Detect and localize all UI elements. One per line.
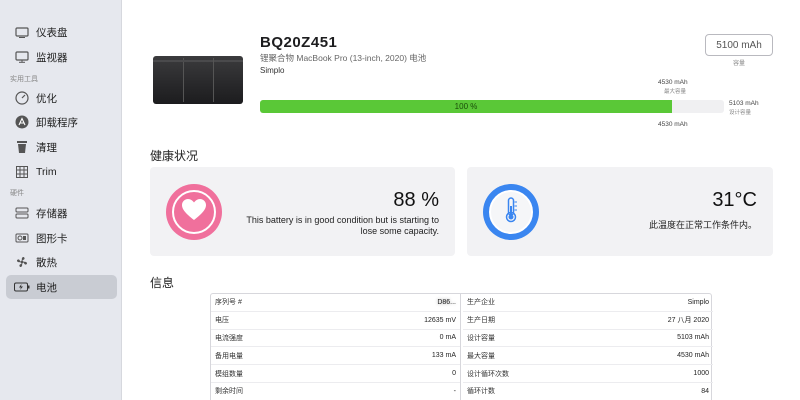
- sidebar: 仪表盘 监视器 实用工具 优化 卸载程序 清理 Trim 硬件 存储器 图形卡 …: [0, 0, 122, 400]
- sidebar-item-label: 优化: [36, 92, 57, 105]
- sidebar-section-hardware: 硬件: [10, 190, 24, 197]
- sidebar-item-label: 清理: [36, 141, 57, 154]
- current-capacity-marker: 4530 mAh: [658, 121, 688, 128]
- battery-maker: Simplo: [260, 66, 285, 75]
- design-capacity-label: 容量: [733, 61, 746, 67]
- sidebar-item-clean[interactable]: 清理: [6, 135, 117, 159]
- temperature-description: 此温度在正常工作条件内。: [648, 220, 757, 230]
- table-row: 循环计数 84: [463, 383, 713, 400]
- battery-image: [153, 56, 243, 104]
- row-label: 序列号 #: [215, 299, 242, 307]
- sidebar-item-storage[interactable]: 存储器: [6, 201, 117, 225]
- temperature-value: 31°C: [712, 189, 757, 211]
- sidebar-item-optimize[interactable]: 优化: [6, 86, 117, 110]
- sidebar-item-monitor[interactable]: 监视器: [6, 45, 117, 69]
- row-value: 0 mA: [439, 334, 456, 342]
- gpu-icon: [14, 230, 30, 246]
- sidebar-item-trim[interactable]: Trim: [6, 160, 117, 184]
- row-value: Simplo: [687, 298, 709, 306]
- trash-icon: [14, 139, 30, 155]
- table-row: 电流强度 0 mA: [211, 330, 460, 348]
- sidebar-item-label: 电池: [36, 281, 57, 294]
- table-row: 电压 12635 mV: [211, 312, 460, 330]
- row-value: 84: [701, 387, 709, 395]
- row-label: 生产日期: [467, 317, 495, 325]
- row-value: 133 mA: [431, 352, 456, 360]
- sidebar-item-label: Trim: [36, 166, 57, 178]
- sidebar-item-dashboard[interactable]: 仪表盘: [6, 20, 117, 44]
- row-value: 12635 mV: [424, 316, 456, 324]
- sidebar-item-label: 存储器: [36, 207, 68, 220]
- health-card: 88 % This battery is in good condition b…: [150, 167, 455, 256]
- health-heading: 健康状况: [150, 149, 199, 163]
- max-capacity-marker-label: 最大容量: [664, 89, 687, 95]
- sidebar-item-label: 监视器: [36, 51, 68, 64]
- row-label: 剩余时间: [215, 388, 243, 396]
- fan-icon: [14, 254, 30, 270]
- battery-icon: [14, 279, 30, 295]
- row-value: 1000: [693, 370, 709, 378]
- drive-icon: [14, 205, 30, 221]
- display-icon: [14, 49, 30, 65]
- sidebar-item-label: 图形卡: [36, 232, 68, 245]
- grid-icon: [14, 164, 30, 180]
- app-store-icon: [14, 114, 30, 130]
- sidebar-item-label: 卸载程序: [36, 116, 78, 129]
- row-value: 5103 mAh: [677, 334, 709, 342]
- table-row: 模组数量 0: [211, 365, 460, 383]
- info-heading: 信息: [150, 276, 175, 290]
- row-label: 循环计数: [467, 388, 495, 396]
- sidebar-item-label: 仪表盘: [36, 26, 68, 39]
- info-column-right: 生产企业 Simplo 生产日期 27 八月 2020 设计容量 5103 mA…: [463, 294, 713, 400]
- table-row: 生产日期 27 八月 2020: [463, 312, 713, 330]
- row-value: 27 八月 2020: [667, 317, 709, 325]
- row-label: 生产企业: [467, 299, 495, 307]
- table-row: 生产企业 Simplo: [463, 294, 713, 312]
- row-label: 备用电量: [215, 352, 243, 360]
- heart-icon: [181, 198, 207, 227]
- battery-subtitle: 锂聚合物 MacBook Pro (13-inch, 2020) 电池: [260, 53, 427, 63]
- table-row: 序列号 # D86...: [211, 294, 460, 312]
- row-value: 4530 mAh: [677, 352, 709, 360]
- design-capacity-box: 5100 mAh: [705, 34, 773, 56]
- sidebar-section-tools: 实用工具: [10, 76, 38, 83]
- row-label: 电压: [215, 317, 229, 325]
- row-label: 最大容量: [467, 352, 495, 360]
- table-row: 剩余时间 -: [211, 383, 460, 400]
- sidebar-item-label: 散热: [36, 256, 57, 269]
- table-row: 设计容量 5103 mAh: [463, 330, 713, 348]
- row-label: 设计循环次数: [467, 370, 509, 378]
- thermometer-icon: [504, 196, 518, 228]
- row-label: 模组数量: [215, 370, 243, 378]
- capacity-bar-text: 100 %: [454, 102, 478, 111]
- max-capacity-marker: 4530 mAh: [658, 79, 688, 86]
- sidebar-item-cooling[interactable]: 散热: [6, 250, 117, 274]
- gauge-icon: [14, 90, 30, 106]
- health-description-line1: This battery is in good condition but is…: [246, 215, 439, 225]
- sidebar-item-battery[interactable]: 电池: [6, 275, 117, 299]
- temperature-card: 31°C 此温度在正常工作条件内。: [467, 167, 773, 256]
- health-badge: [166, 184, 222, 240]
- row-value: -: [453, 387, 456, 395]
- design-capacity-marker: 5103 mAh: [729, 100, 759, 107]
- capacity-bar-fill: 100 %: [260, 100, 673, 113]
- sidebar-item-uninstaller[interactable]: 卸载程序: [6, 110, 117, 134]
- info-table: 序列号 # D86... 电压 12635 mV 电流强度 0 mA 备用电量 …: [210, 293, 713, 400]
- table-row: 最大容量 4530 mAh: [463, 347, 713, 366]
- row-label: 设计容量: [467, 334, 495, 342]
- serial-number-value: D86...: [437, 298, 456, 306]
- row-value: 0: [452, 370, 456, 378]
- monitor-icon: [14, 24, 30, 40]
- health-description-line2: lose some capacity.: [360, 226, 439, 236]
- capacity-bar-track: 100 %: [260, 100, 724, 113]
- info-column-left: 序列号 # D86... 电压 12635 mV 电流强度 0 mA 备用电量 …: [211, 294, 461, 400]
- table-row: 备用电量 133 mA: [211, 347, 460, 366]
- battery-model-title: BQ20Z451: [260, 34, 338, 51]
- temperature-badge: [483, 184, 539, 240]
- row-label: 电流强度: [215, 334, 243, 342]
- design-capacity-marker-label: 设计容量: [729, 110, 752, 116]
- health-percent: 88 %: [393, 189, 439, 211]
- sidebar-item-graphics[interactable]: 图形卡: [6, 226, 117, 250]
- table-row: 设计循环次数 1000: [463, 365, 713, 383]
